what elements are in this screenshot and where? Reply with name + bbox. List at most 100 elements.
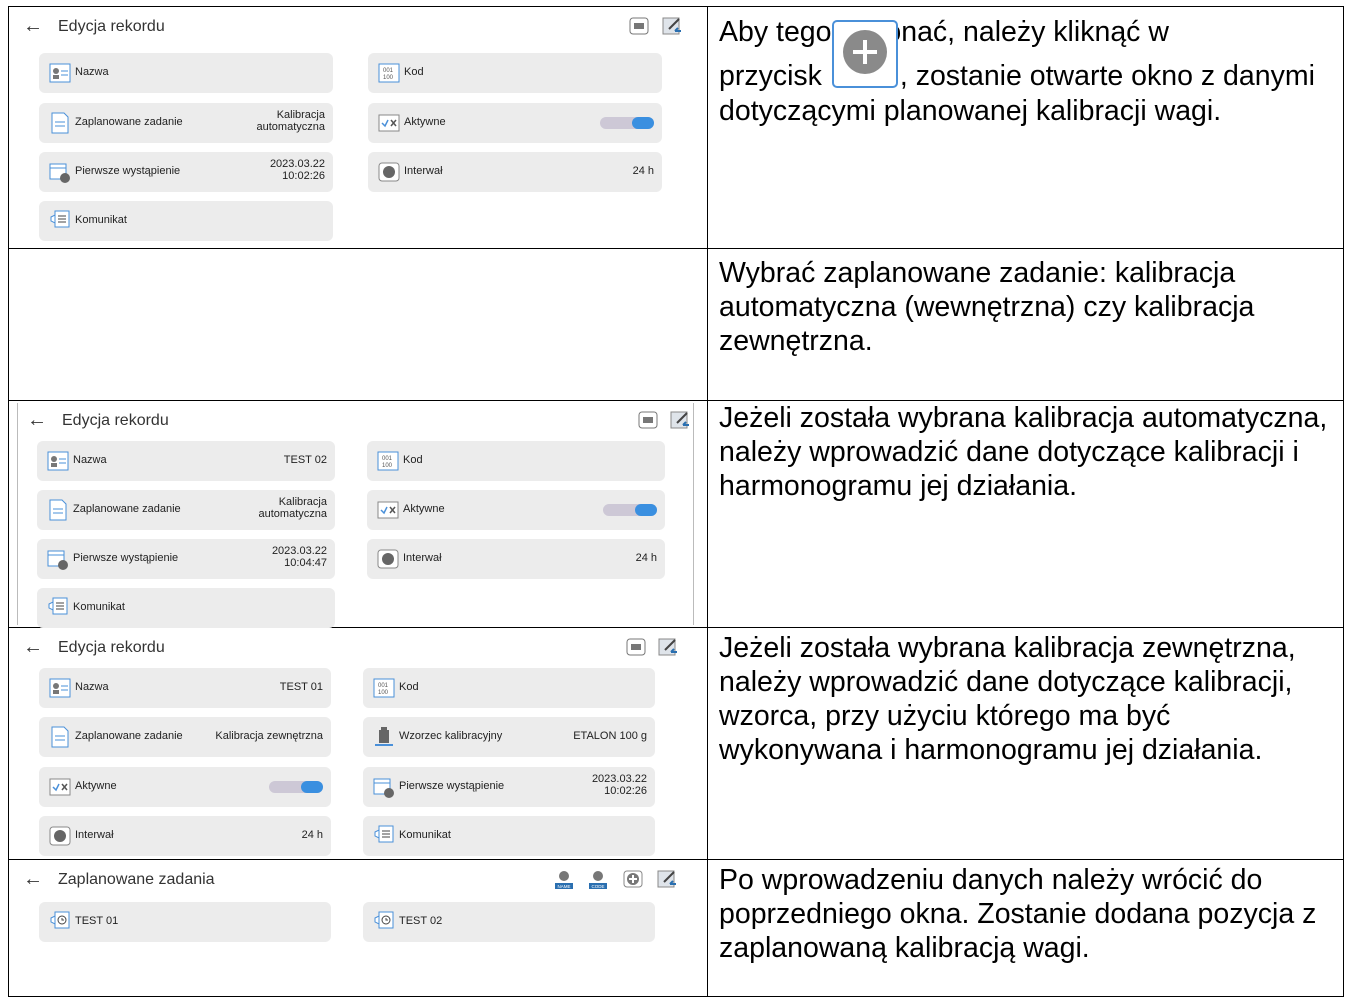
tile-value: 2023.03.22 10:02:26 [592,773,647,797]
active-tile[interactable]: Aktywne [367,490,665,530]
interval-tile[interactable]: Interwał 24 h [368,152,662,192]
checkbox-icon [378,114,400,132]
tile-value-line1: Kalibracja [278,496,327,508]
message-tile[interactable]: Komunikat [37,588,335,628]
tile-value-line1: Kalibracja [276,109,325,121]
code-icon: 001100 [377,451,399,471]
description-cell: Aby tego dokonać, należy kliknąć w przyc… [719,15,1337,128]
screenshot-cell: ← Edycja rekordu Nazwa TEST 02 001 100 Ko… [9,401,707,628]
checkbox-icon [49,778,71,796]
document-icon [49,499,67,521]
tile-value: 24 h [635,552,657,564]
tile-label: Aktywne [404,116,446,128]
tile-label: Kod [404,66,424,78]
document-icon [51,726,69,748]
tile-label: Kod [399,681,419,693]
tile-value-line1: 2023.03.22 [591,773,647,785]
tile-value: 2023.03.22 10:04:47 [272,545,327,569]
message-icon [50,210,70,228]
name-tile[interactable]: Nazwa [39,53,333,93]
column-divider [707,401,708,627]
empty-cell [9,249,707,400]
screen-header: ← Edycja rekordu [13,630,703,666]
add-icon[interactable] [622,868,644,890]
code-badge-text: CODE [591,884,604,889]
clock-icon [378,162,400,182]
first-occurrence-tile[interactable]: Pierwsze wystąpienie 2023.03.22 10:04:47 [37,539,335,579]
exit-edit-icon[interactable] [669,409,691,431]
tile-label: Nazwa [75,681,109,693]
back-arrow-icon[interactable]: ← [23,636,43,659]
list-item[interactable]: TEST 01 [39,902,331,942]
back-arrow-icon[interactable]: ← [23,15,43,38]
screenshot-cell: ← Edycja rekordu Nazwa 001 100 Kod Zaplan… [9,7,707,248]
description-text: Jeżeli została wybrana kalibracja automa… [719,402,1328,502]
message-tile[interactable]: Komunikat [363,816,655,856]
active-tile[interactable]: Aktywne [39,767,331,807]
list-item-label: TEST 01 [75,915,119,927]
code-tile[interactable]: 001 100 Kod [367,441,665,481]
description-text-mid: przycisk [719,60,822,92]
first-occurrence-tile[interactable]: Pierwsze wystąpienie 2023.03.22 10:02:26 [39,152,333,192]
tile-value: Kalibracja automatyczna [259,496,327,520]
calendar-clock-icon [47,550,68,570]
tile-label: Interwał [403,552,442,564]
tile-label: Aktywne [403,503,445,515]
description-text-line1: Aby tego dokonać, należy kliknąć w [719,16,1169,48]
table-row: ← Edycja rekordu Nazwa 001 100 Kod Zaplan… [8,6,1344,249]
print-icon[interactable] [628,15,650,37]
name-icon [49,63,71,83]
print-icon[interactable] [637,409,659,431]
column-divider [707,7,708,248]
back-arrow-icon[interactable]: ← [23,868,43,891]
table-row: ← Zaplanowane zadania NAME CODE TEST 01 … [8,860,1344,997]
name-tile[interactable]: Nazwa TEST 02 [37,441,335,481]
code-tile[interactable]: 001 100 Kod [368,53,662,93]
list-item[interactable]: TEST 02 [363,902,655,942]
screen-edit-record: ← Edycja rekordu Nazwa TEST 02 001 100 Ko… [17,403,707,628]
screen-edit-record: ← Edycja rekordu Nazwa TEST 01 001 100 Ko… [13,630,703,858]
column-divider [707,860,708,996]
tile-value: 24 h [301,829,323,841]
active-toggle[interactable] [600,117,654,129]
active-tile[interactable]: Aktywne [368,103,662,143]
tile-label: Komunikat [75,214,127,226]
scheduled-task-tile[interactable]: Zaplanowane zadanie Kalibracja automatycz… [37,490,335,530]
screen-header: ← Edycja rekordu [13,9,703,45]
first-occurrence-tile[interactable]: Pierwsze wystąpienie 2023.03.22 10:02:26 [363,767,655,807]
calibration-weight-tile[interactable]: Wzorzec kalibracyjny ETALON 100 g [363,717,655,757]
tile-value-line2: automatyczna [256,121,325,133]
print-icon[interactable] [625,636,647,658]
calendar-clock-icon [373,778,394,798]
exit-edit-icon[interactable] [657,636,679,658]
code-tile[interactable]: 001 100 Kod [363,668,655,708]
tile-value: Kalibracja automatyczna [257,109,325,133]
tile-label: Zaplanowane zadanie [75,730,183,742]
exit-edit-icon[interactable] [656,868,678,890]
scheduled-task-tile[interactable]: Zaplanowane zadanie Kalibracja automatycz… [39,103,333,143]
weight-icon [375,727,393,746]
scheduled-task-icon [50,911,70,929]
svg-text:100: 100 [382,463,393,469]
search-by-code-icon[interactable]: CODE [587,868,609,890]
tile-label: Interwał [75,829,114,841]
active-toggle[interactable] [603,504,657,516]
active-toggle[interactable] [269,781,323,793]
svg-text:100: 100 [378,690,389,696]
name-tile[interactable]: Nazwa TEST 01 [39,668,331,708]
tile-value: ETALON 100 g [573,730,647,742]
tile-value-line2: 10:04:47 [284,557,327,569]
tile-label: Pierwsze wystąpienie [75,165,181,177]
tile-label: Zaplanowane zadanie [75,116,183,128]
back-arrow-icon[interactable]: ← [27,409,47,432]
interval-tile[interactable]: Interwał 24 h [39,816,331,856]
name-icon [49,678,71,698]
search-by-name-icon[interactable]: NAME [553,868,575,890]
scheduled-task-tile[interactable]: Zaplanowane zadanie Kalibracja zewnętrzn… [39,717,331,757]
interval-tile[interactable]: Interwał 24 h [367,539,665,579]
message-tile[interactable]: Komunikat [39,201,333,241]
screen-edit-record: ← Edycja rekordu Nazwa 001 100 Kod Zaplan… [13,9,703,245]
description-cell: Jeżeli została wybrana kalibracja automa… [719,401,1337,503]
screen-title: Edycja rekordu [58,639,165,656]
exit-edit-icon[interactable] [661,15,683,37]
